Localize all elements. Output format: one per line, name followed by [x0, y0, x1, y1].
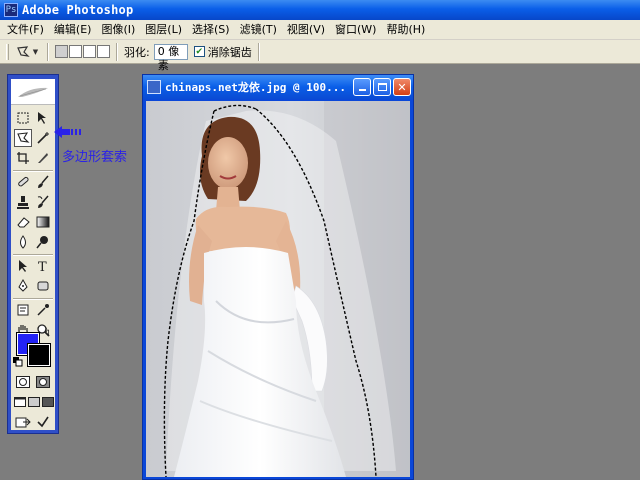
- app-titlebar: Ps Adobe Photoshop: [0, 0, 640, 20]
- menu-view[interactable]: 视图(V): [282, 21, 330, 39]
- path-selection-tool-icon[interactable]: [14, 257, 32, 275]
- checkbox-checked-icon[interactable]: ✔: [193, 46, 205, 57]
- chevron-down-icon: ▼: [32, 47, 39, 56]
- menu-image[interactable]: 图像(I): [96, 21, 140, 39]
- photoshop-logo-icon: Ps: [4, 3, 18, 17]
- annotation-label: 多边形套索: [62, 150, 128, 165]
- add-to-selection-icon[interactable]: [69, 45, 82, 58]
- toolbox-separator: [13, 298, 53, 300]
- menu-layer[interactable]: 图层(L): [140, 21, 187, 39]
- background-color-swatch[interactable]: [27, 343, 51, 367]
- tool-preset-picker[interactable]: ▼: [13, 43, 41, 61]
- document-window[interactable]: chinaps.net龙依.jpg @ 100... ✕: [142, 74, 414, 480]
- brush-tool-icon[interactable]: [34, 173, 52, 191]
- type-tool-icon[interactable]: T: [34, 257, 52, 275]
- menu-edit[interactable]: 编辑(E): [49, 21, 97, 39]
- standard-screen-mode-icon[interactable]: [13, 393, 27, 411]
- clone-stamp-tool-icon[interactable]: [14, 193, 32, 211]
- maximize-icon: [377, 83, 387, 91]
- toolbox-separator: [13, 170, 53, 172]
- menu-bar: 文件(F) 编辑(E) 图像(I) 图层(L) 选择(S) 滤镜(T) 视图(V…: [0, 20, 640, 40]
- options-bar: ▼ 羽化: 0 像素 ✔ 消除锯齿: [0, 40, 640, 72]
- menu-select[interactable]: 选择(S): [187, 21, 235, 39]
- crop-tool-icon[interactable]: [14, 149, 32, 167]
- jump-to-imageready-icon[interactable]: [14, 413, 32, 431]
- image-canvas[interactable]: [146, 101, 410, 477]
- feather-input[interactable]: 0 像素: [153, 43, 188, 72]
- close-icon: ✕: [397, 80, 407, 94]
- selection-mode-group: [55, 45, 110, 58]
- document-icon: [147, 80, 161, 94]
- separator: [47, 42, 49, 61]
- svg-text:T: T: [38, 260, 47, 273]
- healing-brush-tool-icon[interactable]: [14, 173, 32, 191]
- swap-colors-icon[interactable]: ↰: [41, 327, 53, 339]
- standard-mode-icon[interactable]: [14, 373, 32, 391]
- app-title: Adobe Photoshop: [22, 3, 134, 17]
- menu-help[interactable]: 帮助(H): [381, 21, 430, 39]
- polygonal-lasso-icon: [16, 45, 30, 57]
- annotation-arrow-icon: [54, 126, 81, 138]
- intersect-selection-icon[interactable]: [97, 45, 110, 58]
- new-selection-icon[interactable]: [55, 45, 68, 58]
- blur-tool-icon[interactable]: [14, 233, 32, 251]
- separator: [257, 42, 260, 61]
- document-title: chinaps.net龙依.jpg @ 100...: [165, 81, 346, 94]
- separator: [116, 42, 118, 61]
- feather-logo-icon[interactable]: [11, 79, 55, 105]
- full-screen-mode-icon[interactable]: [41, 393, 55, 411]
- menu-file[interactable]: 文件(F): [2, 21, 49, 39]
- history-brush-tool-icon[interactable]: [34, 193, 52, 211]
- gradient-tool-icon[interactable]: [34, 213, 52, 231]
- marquee-tool-icon[interactable]: [14, 109, 32, 127]
- document-titlebar[interactable]: chinaps.net龙依.jpg @ 100... ✕: [143, 75, 413, 99]
- pen-tool-icon[interactable]: [14, 277, 32, 295]
- menu-filter[interactable]: 滤镜(T): [235, 21, 282, 39]
- antialias-label: 消除锯齿: [207, 45, 252, 59]
- close-button[interactable]: ✕: [393, 78, 411, 96]
- feather-label: 羽化:: [124, 45, 150, 59]
- default-colors-icon[interactable]: [13, 357, 23, 367]
- maximize-button[interactable]: [373, 78, 391, 96]
- minimize-icon: [358, 89, 366, 91]
- polygonal-lasso-tool-icon[interactable]: [14, 129, 32, 147]
- slice-tool-icon[interactable]: [34, 149, 52, 167]
- quick-mask-mode-icon[interactable]: [34, 373, 52, 391]
- subtract-selection-icon[interactable]: [83, 45, 96, 58]
- toolbox-separator: [13, 254, 53, 256]
- bride-photo: [146, 101, 410, 477]
- full-screen-menu-mode-icon[interactable]: [27, 393, 41, 411]
- dodge-tool-icon[interactable]: [34, 233, 52, 251]
- shape-tool-icon[interactable]: [34, 277, 52, 295]
- antialias-option[interactable]: ✔ 消除锯齿: [193, 44, 252, 60]
- options-grip[interactable]: [6, 43, 9, 60]
- eyedropper-tool-icon[interactable]: [34, 301, 52, 319]
- minimize-button[interactable]: [353, 78, 371, 96]
- checkmark-icon[interactable]: [34, 413, 52, 431]
- menu-window[interactable]: 窗口(W): [330, 21, 381, 39]
- eraser-tool-icon[interactable]: [14, 213, 32, 231]
- notes-tool-icon[interactable]: [14, 301, 32, 319]
